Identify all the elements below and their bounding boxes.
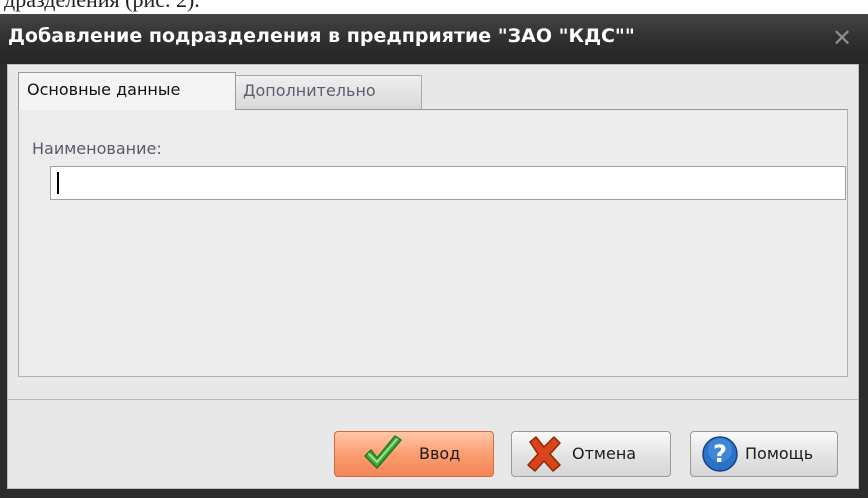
cancel-button[interactable]: Отмена: [511, 431, 671, 477]
help-button-label: Помощь: [745, 444, 814, 463]
window-title: Добавление подразделения в предприятие "…: [8, 25, 635, 47]
button-separator: [8, 399, 858, 400]
name-input[interactable]: [50, 166, 846, 200]
cancel-button-label: Отмена: [572, 444, 637, 463]
enter-button[interactable]: Ввод: [334, 431, 494, 477]
dialog-body: Основные данные Дополнительно Наименован…: [7, 64, 859, 489]
help-button[interactable]: ? Помощь: [690, 431, 838, 477]
title-bar[interactable]: Добавление подразделения в предприятие "…: [0, 14, 868, 64]
document-text-fragment: дразделения (рис. 2).: [0, 0, 868, 14]
dialog-window: Добавление подразделения в предприятие "…: [0, 14, 868, 498]
enter-button-label: Ввод: [419, 444, 461, 463]
checkmark-icon: [364, 435, 402, 469]
close-icon[interactable]: ✕: [830, 26, 854, 50]
svg-text:?: ?: [713, 440, 727, 468]
tab-main-data[interactable]: Основные данные: [18, 72, 236, 110]
text-caret: [57, 172, 59, 194]
help-question-icon: ?: [702, 436, 738, 472]
name-label: Наименование:: [32, 139, 162, 158]
tab-additional[interactable]: Дополнительно: [234, 75, 422, 109]
red-x-icon: [527, 436, 561, 472]
